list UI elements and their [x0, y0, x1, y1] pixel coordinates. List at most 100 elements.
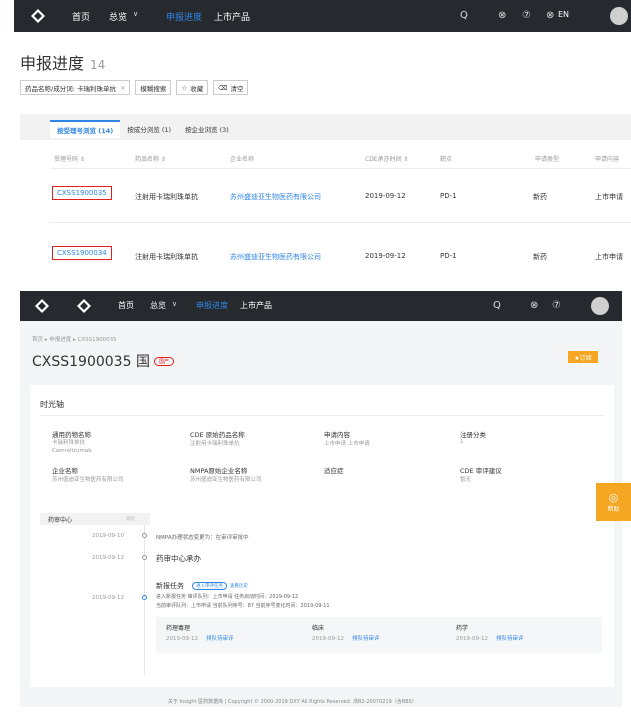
page-title-text: 申报进度: [20, 54, 85, 73]
queue-link[interactable]: 排队待审评: [352, 636, 380, 642]
tab-by-ingredient[interactable]: 按成分浏览 (1): [120, 120, 178, 138]
collect-button[interactable]: ☆ 收藏: [176, 80, 209, 95]
breadcrumb[interactable]: 首页 ▸ 申报进度 ▸ CXSS1900035: [32, 335, 117, 343]
task-date: 2019-09-12: [92, 595, 124, 601]
collect-label: 收藏: [190, 84, 204, 93]
cde-date: 2019-09-12: [365, 252, 406, 260]
detail-panel: 首页 ▸ 申报进度 ▸ CXSS1900035 CXSS1900035 国 国产…: [20, 321, 622, 707]
top-navbar: 首页 总览 ∨ 申报进度 上市产品 Q ⊗ ⑦ ⊗ EN: [14, 0, 631, 32]
logo-icon[interactable]: [30, 8, 46, 24]
col-apply-content: 申请内容: [595, 156, 620, 163]
filter-chip-label: 药品名称/成分词: 卡瑞利珠单抗: [25, 84, 116, 93]
table-row[interactable]: CXSS1900034 注射用卡瑞利珠单抗 苏州盛迪亚生物医药有限公司 2019…: [50, 246, 631, 266]
avatar[interactable]: [610, 7, 628, 25]
search-icon[interactable]: Q: [460, 10, 468, 21]
timeline-dot-active: [142, 595, 147, 600]
detail-title-text: CXSS1900035 国: [32, 354, 150, 370]
footer[interactable]: 关于 Insight 医药数据库 | Copyright © 2000-2019…: [168, 698, 417, 705]
task-line-2: 当前审评队列：上市申请 当前队列序号：87 当前序号变化时间：2019-09-1…: [156, 603, 330, 609]
target: PD-1: [440, 252, 457, 260]
lang-switch[interactable]: EN: [558, 10, 569, 19]
queue-link[interactable]: 排队待审评: [496, 636, 524, 642]
info-cell: 申请内容 上市申请 上市申请: [324, 431, 370, 447]
nav-market[interactable]: 上市产品: [240, 300, 272, 311]
task-tag: 进入审评任务: [192, 582, 227, 590]
help-button[interactable]: ◎ 帮助: [596, 483, 631, 521]
nav-home[interactable]: 首页: [118, 300, 134, 311]
collapse-link[interactable]: 收起: [126, 516, 135, 522]
nav-home[interactable]: 首页: [72, 10, 90, 23]
col-drug-name[interactable]: 药品名称 ⇕: [135, 154, 166, 163]
apply-content: 上市申请: [595, 253, 623, 261]
col-apply-type: 申请类型: [535, 156, 560, 163]
task-history-link[interactable]: 查看历史: [230, 583, 248, 589]
timeline-text: NMPA办理状态变更为：在审评审批中: [156, 535, 249, 541]
table-row[interactable]: CXSS1900035 注射用卡瑞利珠单抗 苏州盛迪亚生物医药有限公司 2019…: [50, 186, 631, 206]
clear-button[interactable]: ⌫ 清空: [213, 80, 249, 95]
apply-type: 新药: [533, 193, 547, 201]
subscribe-button[interactable]: ★订阅: [568, 351, 598, 363]
nav-progress[interactable]: 申报进度: [166, 10, 202, 23]
timeline-line: [144, 525, 145, 675]
timeline-card: 时光轴 通用药物名称 卡瑞利珠单抗 Camrelizumab CDE 原始药品名…: [30, 385, 614, 687]
company-link[interactable]: 苏州盛迪亚生物医药有限公司: [230, 252, 321, 262]
chevron-down-icon: ∨: [133, 10, 139, 18]
nav-overview[interactable]: 总览: [150, 300, 166, 311]
col-company: 企业名称: [230, 156, 255, 163]
chevron-down-icon: ∨: [172, 300, 178, 308]
accept-number-link[interactable]: CXSS1900034: [52, 246, 112, 260]
queue-link[interactable]: 排队待审评: [206, 636, 234, 642]
tab-by-company[interactable]: 按企业浏览 (3): [178, 120, 236, 138]
info-cell: 企业名称 苏州盛迪亚生物医药有限公司: [52, 467, 124, 483]
side-label-box: 药审中心 收起: [40, 513, 150, 525]
apply-type: 新药: [533, 253, 547, 261]
fuzzy-search-button[interactable]: 模糊搜索: [135, 80, 172, 95]
sub-task: 临床 2019-09-12 排队待审评: [312, 625, 380, 642]
help-icon[interactable]: ⑦: [522, 10, 531, 21]
company-link[interactable]: 苏州盛迪亚生物医药有限公司: [230, 192, 321, 202]
accept-number-link[interactable]: CXSS1900035: [52, 186, 112, 200]
lang-icon[interactable]: ⊗: [498, 10, 506, 21]
nav-market[interactable]: 上市产品: [214, 10, 250, 23]
timeline-date: 2019-09-10: [92, 533, 124, 539]
detail-navbar: 首页 总览 ∨ 申报进度 上市产品 Q ⊗ ⑦: [20, 291, 622, 321]
clear-label: 清空: [230, 84, 244, 93]
timeline-date: 2019-09-12: [92, 555, 124, 561]
section-title: 时光轴: [40, 400, 64, 409]
apply-content: 上市申请: [595, 193, 623, 201]
side-label: 药审中心: [48, 517, 73, 524]
search-icon[interactable]: Q: [493, 300, 501, 311]
avatar[interactable]: [591, 297, 609, 315]
sub-tasks: 药理毒理 2019-09-12 排队待审评 临床 2019-09-12 排队待审评 …: [156, 617, 602, 653]
list-panel: 申报进度 14 药品名称/成分词: 卡瑞利珠单抗 × 模糊搜索 ☆ 收藏 ⌫ 清空 按受…: [14, 32, 631, 278]
drug-name: 注射用卡瑞利珠单抗: [135, 253, 198, 261]
col-target: 靶点: [440, 156, 453, 163]
help-label: 帮助: [607, 506, 620, 513]
tab-bar: 按受理号浏览 (14) 按成分浏览 (1) 按企业浏览 (3): [20, 114, 631, 140]
drug-name: 注射用卡瑞利珠单抗: [135, 193, 198, 201]
sub-task: 药学 2019-09-12 排队待审评: [456, 625, 524, 642]
nav-progress[interactable]: 申报进度: [196, 300, 228, 311]
task-line-1: 进入新报任务 审评队列：上市申请 任务启动时间：2019-09-12: [156, 594, 299, 600]
tab-by-accept-number[interactable]: 按受理号浏览 (14): [50, 120, 121, 138]
detail-title: CXSS1900035 国 国产: [32, 351, 174, 371]
timeline-dot: [142, 555, 147, 560]
close-icon[interactable]: ×: [120, 84, 125, 92]
col-cde-date[interactable]: CDE承办时间 ⇕: [365, 154, 409, 163]
info-grid: 通用药物名称 卡瑞利珠单抗 Camrelizumab CDE 原始药品名称 注射…: [52, 429, 602, 499]
col-accept-number[interactable]: 受理号码 ⇕: [54, 154, 85, 163]
cde-date: 2019-09-12: [365, 192, 406, 200]
timeline-dot: [142, 533, 147, 538]
info-cell: CDE 审评建议 暂无: [460, 467, 502, 483]
filter-chip[interactable]: 药品名称/成分词: 卡瑞利珠单抗 ×: [20, 80, 131, 95]
logo-icon[interactable]: [34, 298, 50, 314]
lang-icon[interactable]: ⊗: [530, 300, 538, 311]
globe-icon[interactable]: ⊗: [546, 10, 554, 21]
target: PD-1: [440, 192, 457, 200]
filter-bar: 药品名称/成分词: 卡瑞利珠单抗 × 模糊搜索 ☆ 收藏 ⌫ 清空: [20, 80, 253, 95]
trash-icon: ⌫: [218, 83, 228, 92]
info-cell: 通用药物名称 卡瑞利珠单抗 Camrelizumab: [52, 431, 92, 454]
brand-icon[interactable]: [76, 298, 92, 314]
help-icon[interactable]: ⑦: [552, 300, 561, 311]
nav-overview[interactable]: 总览: [109, 10, 127, 23]
